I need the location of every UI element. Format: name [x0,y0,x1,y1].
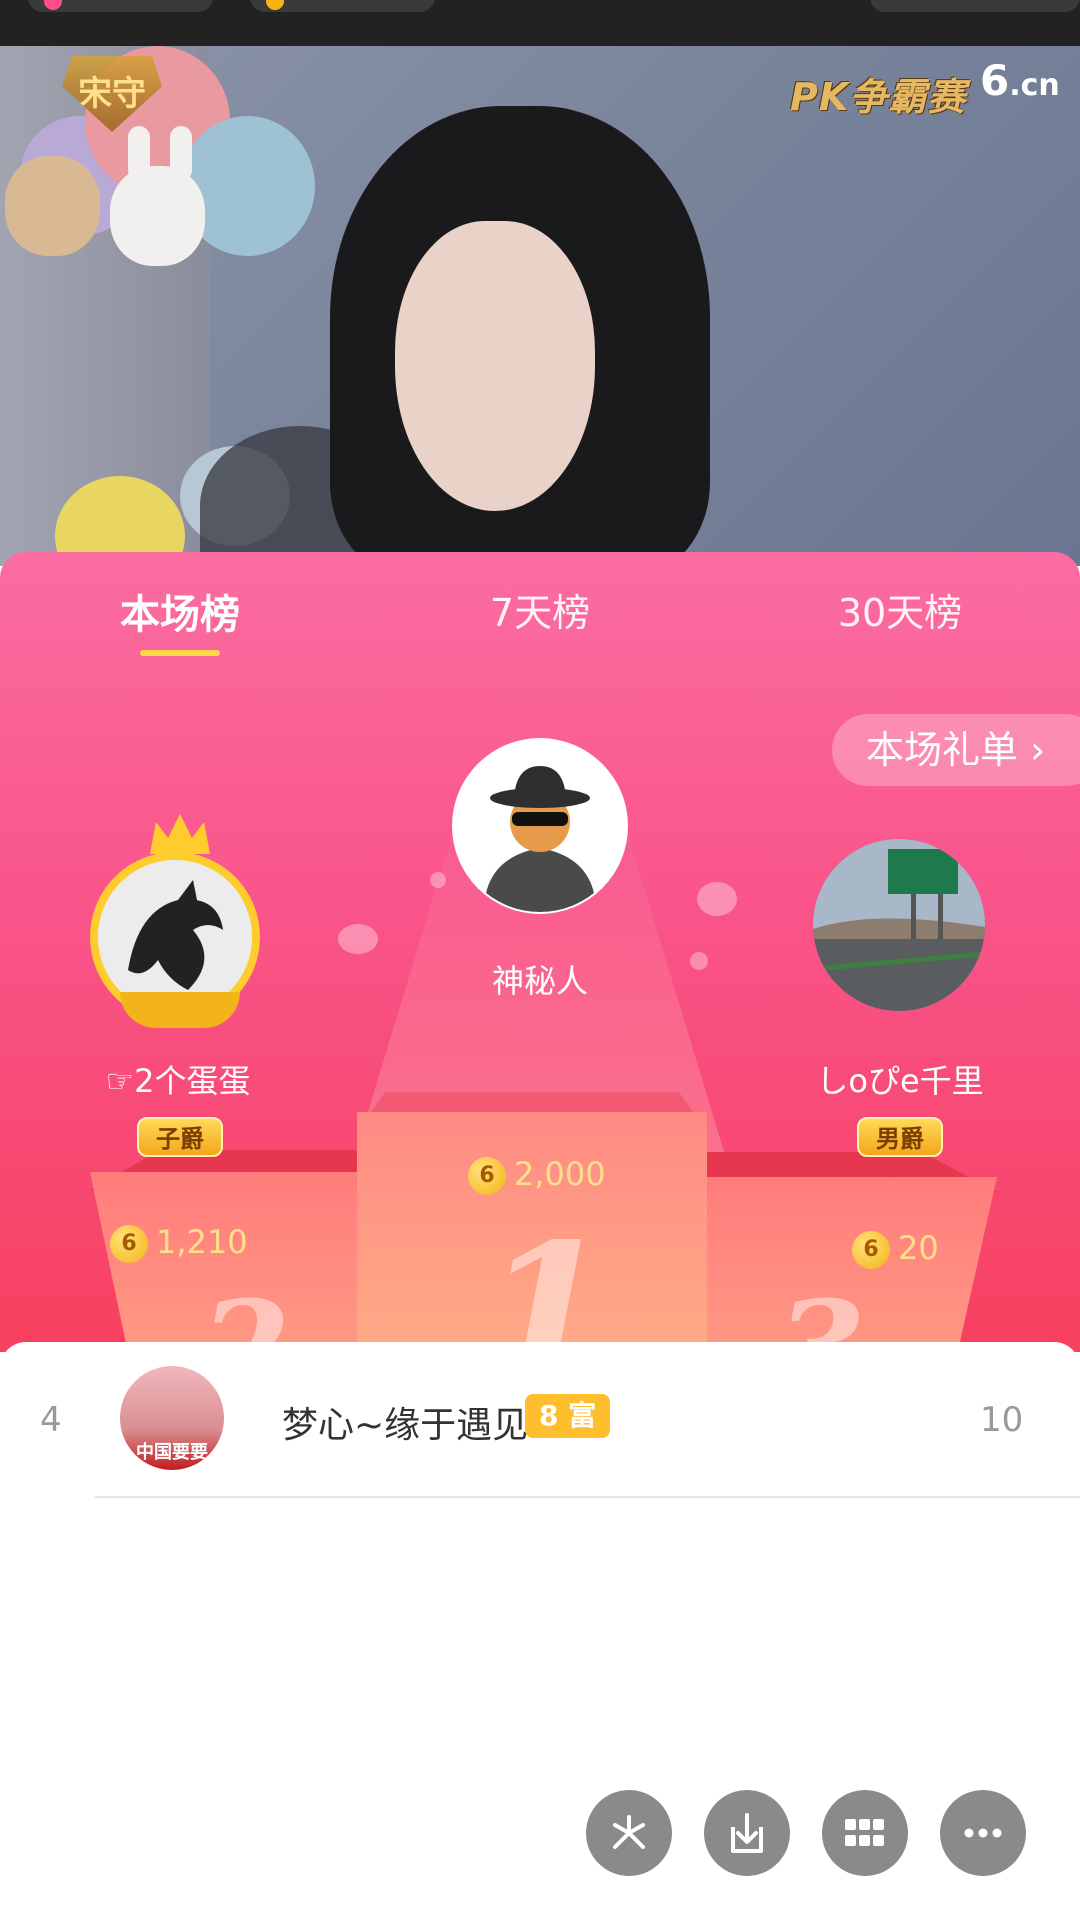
tab-active-indicator [140,650,220,656]
list-item-name: 梦心~缘于遇见 [282,1405,529,1446]
wreath-decoration [120,992,240,1028]
third-place-name: しoぴe千里 [816,1062,984,1100]
site-logo-suffix: .cn [1009,68,1060,103]
share-button[interactable] [586,1790,672,1876]
live-video[interactable]: 宋守护 PK争霸赛 6.cn [0,46,1080,566]
amount-value: 1,210 [156,1223,248,1261]
bear-toy [5,156,100,256]
grid-icon [845,1819,884,1846]
list-item-score: 10 [980,1400,1024,1440]
more-icon [964,1828,1002,1838]
status-pill [870,0,1080,12]
coin-icon: 6 [852,1231,890,1269]
share-icon [613,1815,645,1849]
streamer-face [395,221,595,511]
avatar-text: 中国要要 [136,1442,208,1463]
ranking-tabs: 本场榜 7天榜 30天榜 [0,582,1080,662]
tab-current-session[interactable]: 本场榜 [30,582,330,656]
download-icon [731,1813,763,1853]
second-place-name: ☞2个蛋蛋 [105,1062,251,1100]
more-button[interactable] [940,1790,1026,1876]
road-sign-photo-icon [813,839,985,1011]
sparkle [338,924,378,954]
status-strip [0,0,1080,46]
ranking-list: 4 中国要要 梦心~缘于遇见 8 富 10 [0,1342,1080,1920]
amount-value: 2,000 [514,1155,606,1193]
tab-label: 本场榜 [120,592,240,638]
wealth-level-badge: 8 富 [525,1394,611,1438]
site-logo-number: 6 [980,56,1010,105]
tab-label: 30天榜 [837,591,963,635]
third-place-avatar[interactable] [813,839,985,1011]
pk-contest-logo: PK争霸赛 [790,75,967,119]
bunny-toy [110,166,205,266]
list-item-avatar[interactable]: 中国要要 [120,1366,224,1470]
list-item[interactable]: 4 中国要要 梦心~缘于遇见 8 富 10 [0,1366,1080,1486]
incognito-icon [454,740,626,912]
tab-label: 7天榜 [489,591,591,635]
sparkle [697,882,737,916]
status-pill [250,0,435,12]
sparkle [690,952,708,970]
crown-icon [150,814,210,854]
noble-rank-badge: 子爵 [137,1117,223,1157]
third-place-amount: 6 20 [852,1226,939,1270]
mystery-user-avatar[interactable] [452,738,628,914]
tab-7-days[interactable]: 7天榜 [390,582,690,637]
second-place-amount: 6 1,210 [110,1220,248,1264]
list-item-rank: 4 [40,1400,62,1440]
divider [95,1496,1080,1498]
ranking-panel: 本场榜 7天榜 30天榜 本场礼单 › 2 1 3 神秘人 6 2,000 ☞2… [0,552,1080,1352]
amount-value: 20 [898,1229,939,1267]
first-place-amount: 6 2,000 [468,1152,606,1196]
podium-number-2: 2 [200,1272,291,1352]
menu-grid-button[interactable] [822,1790,908,1876]
coin-icon: 6 [468,1157,506,1195]
first-place-name: 神秘人 [491,962,588,1000]
download-button[interactable] [704,1790,790,1876]
podium-number-1: 1 [480,1202,613,1352]
horse-painting-icon [98,860,252,1014]
site-logo: 6.cn [980,56,1060,105]
coin-icon: 6 [110,1225,148,1263]
tab-30-days[interactable]: 30天榜 [750,582,1050,637]
noble-rank-badge: 男爵 [857,1117,943,1157]
gift-list-button[interactable]: 本场礼单 › [832,714,1080,786]
podium-number-3: 3 [775,1272,866,1352]
sparkle [430,872,446,888]
status-pill [28,0,213,12]
